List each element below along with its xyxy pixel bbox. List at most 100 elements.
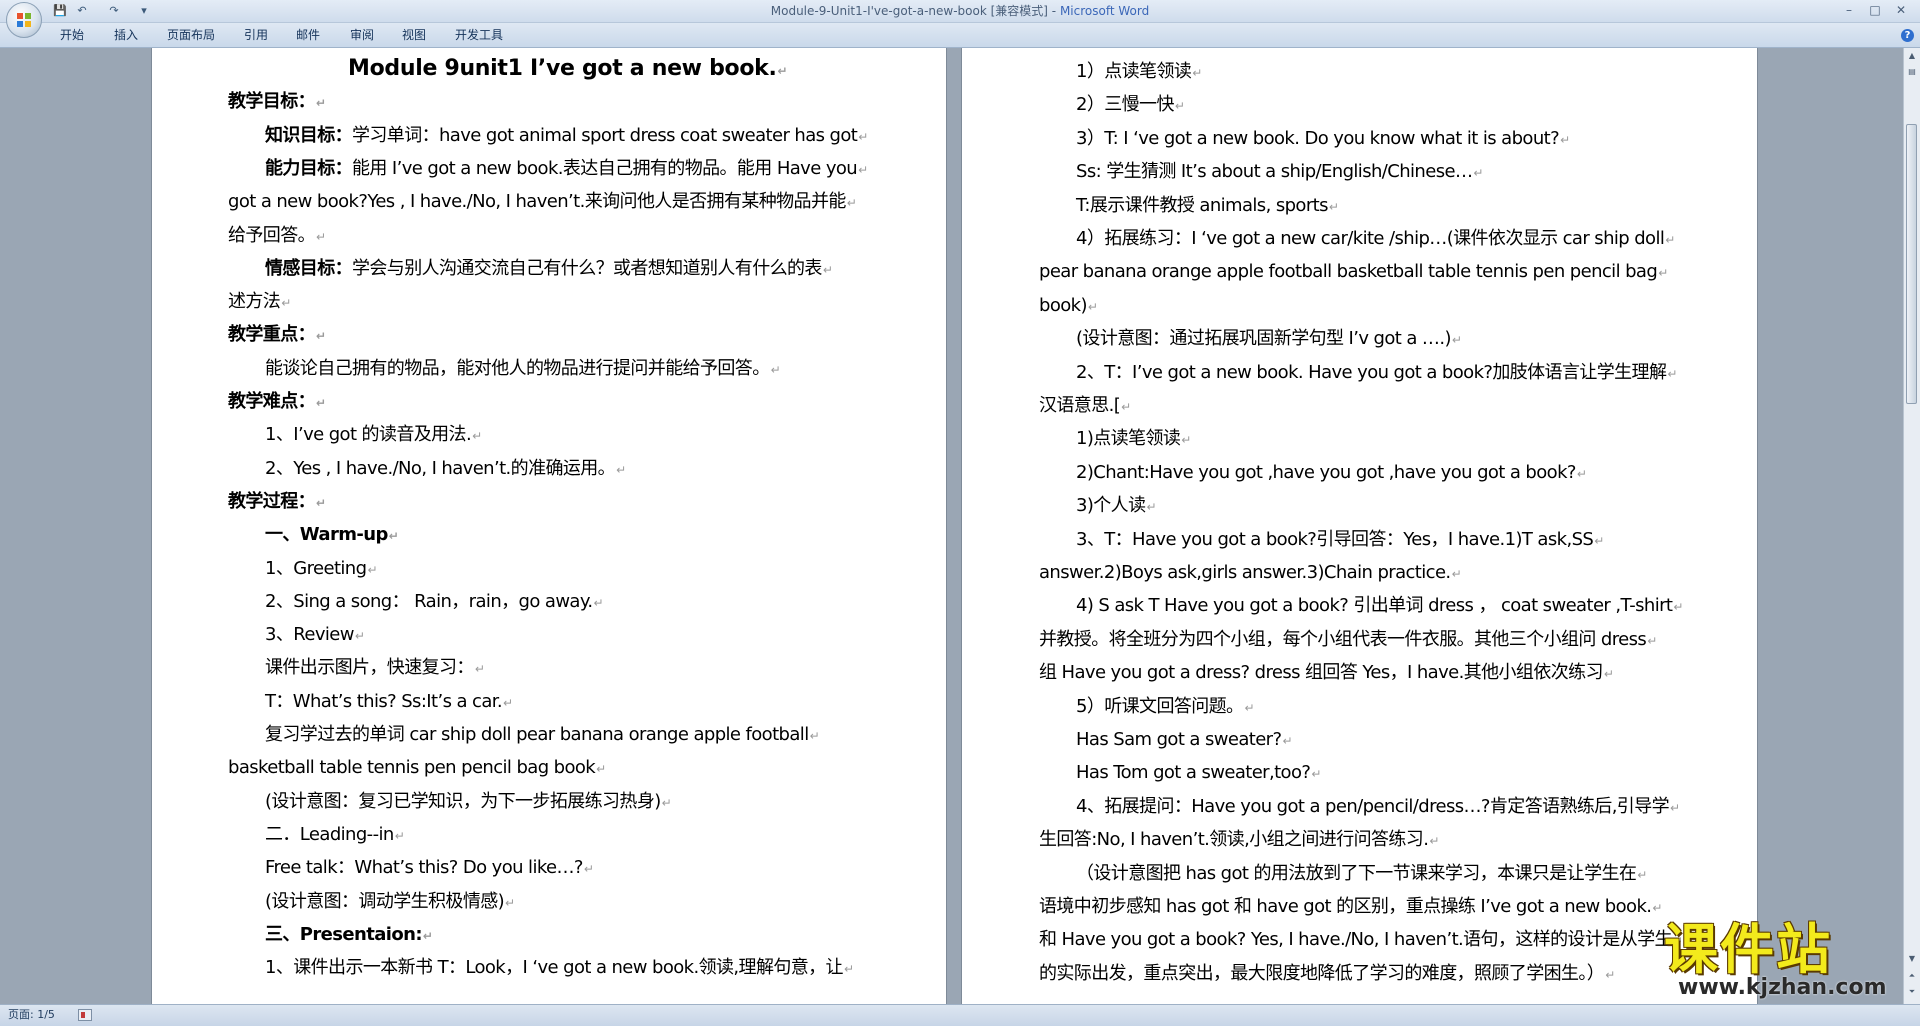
paragraph-mark-icon: ↵ <box>1652 901 1662 915</box>
page1-line: 情感目标：学会与别人沟通交流自己有什么？或者想知道别人有什么的表↵ <box>265 257 833 281</box>
line-text: 教学难点： <box>228 391 316 412</box>
page2-line: (设计意图：通过拓展巩固新学句型 I’v got a ….)↵ <box>1076 328 1462 351</box>
line-text: （设计意图把 has got 的用法放到了下一节课来学习，本课只是让学生在 <box>1076 862 1637 884</box>
paragraph-mark-icon: ↵ <box>1328 199 1339 214</box>
paragraph-mark-icon: ↵ <box>1667 366 1677 381</box>
tab-insert[interactable]: 插入 <box>114 28 138 42</box>
page2-line: 3）T: I ‘ve got a new book. Do you know w… <box>1076 128 1570 151</box>
close-icon[interactable]: ✕ <box>1888 2 1914 18</box>
paragraph-mark-icon: ↵ <box>822 262 833 277</box>
window-title: Module-9-Unit1-I've-got-a-new-book [兼容模式… <box>0 3 1920 19</box>
document-page-1[interactable]: Module 9unit1 I’ve got a new book.↵ 教学目标：… <box>152 48 946 1004</box>
page2-line: 4）拓展练习：I ‘ve got a new car/kite /ship…(课… <box>1076 228 1675 251</box>
page2-line: 并教授。将全班分为四个小组，每个小组代表一件衣服。其他三个小组问 dress↵ <box>1039 629 1657 652</box>
paragraph-mark-icon: ↵ <box>858 129 868 144</box>
tab-mailings[interactable]: 邮件 <box>296 28 320 42</box>
page1-line: 1、课件出示一本新书 T：Look，I ‘ve got a new book.领… <box>265 957 854 980</box>
paragraph-mark-icon: ↵ <box>843 962 854 977</box>
page2-line: 生回答:No, I haven’t.领读,小组之间进行问答练习.↵ <box>1039 829 1439 852</box>
line-text: 组 Have you got a dress? dress 组回答 Yes，I … <box>1039 662 1604 684</box>
paragraph-mark-icon: ↵ <box>354 629 365 644</box>
line-text: Module 9unit1 I’ve got a new book. <box>348 56 777 81</box>
paragraph-mark-icon: ↵ <box>593 595 603 610</box>
paragraph-mark-icon: ↵ <box>1673 600 1683 615</box>
tab-review[interactable]: 审阅 <box>350 28 374 42</box>
paragraph-mark-icon: ↵ <box>1594 533 1604 548</box>
tab-page-layout[interactable]: 页面布局 <box>167 28 215 42</box>
line-text: 2、Yes , I have./No, I haven’t.的准确运用。 <box>265 457 616 479</box>
line-text: 1、I’ve got 的读音及用法. <box>265 424 472 446</box>
paragraph-mark-icon: ↵ <box>777 64 788 78</box>
paragraph-mark-icon: ↵ <box>661 795 672 810</box>
paragraph-mark-icon: ↵ <box>1181 433 1191 448</box>
line-text: 2）三慢一快 <box>1076 94 1174 116</box>
paragraph-mark-icon: ↵ <box>1665 233 1675 247</box>
page1-line: 3、Review↵ <box>265 624 365 647</box>
line-text: Ss: 学生猜测 It’s about a ship/English/Chine… <box>1076 161 1473 183</box>
paragraph-mark-icon: ↵ <box>388 529 399 544</box>
page2-line: answer.2)Boys ask,girls answer.3)Chain p… <box>1039 562 1462 585</box>
page2-line: 4、拓展提问：Have you got a pen/pencil/dress…?… <box>1076 796 1680 819</box>
page1-line: 复习学过去的单词 car ship doll pear banana orang… <box>265 724 820 747</box>
paragraph-mark-icon: ↵ <box>1087 299 1098 314</box>
paragraph-mark-icon: ↵ <box>616 462 626 477</box>
page2-line: 4) S ask T Have you got a book? 引出单词 dre… <box>1076 595 1683 618</box>
line-text: 汉语意思.[ <box>1039 395 1121 416</box>
scroll-down-icon[interactable]: ▼ <box>1906 953 1918 965</box>
help-icon[interactable]: ? <box>1901 29 1914 42</box>
office-button[interactable] <box>6 2 42 38</box>
paragraph-mark-icon: ↵ <box>422 928 433 943</box>
paragraph-mark-icon: ↵ <box>1174 99 1185 114</box>
scroll-up-icon[interactable]: ▲ <box>1906 50 1918 62</box>
objective-text: 能用 I’ve got a new book.表达自己拥有的物品。能用 Have… <box>352 157 858 179</box>
page1-line: 1、Greeting↵ <box>265 557 378 581</box>
line-text: book) <box>1039 294 1088 316</box>
page1-line: 课件出示图片，快速复习：↵ <box>265 657 485 680</box>
line-text: 3）T: I ‘ve got a new book. Do you know w… <box>1076 127 1560 149</box>
tab-home[interactable]: 开始 <box>60 28 84 42</box>
line-text: 4) S ask T Have you got a book? 引出单词 dre… <box>1076 595 1673 617</box>
paragraph-mark-icon: ↵ <box>1560 132 1570 147</box>
watermark: 课件站 www.kjzhan.com <box>1664 920 1900 1002</box>
minimize-icon[interactable]: – <box>1836 2 1862 18</box>
paragraph-mark-icon: ↵ <box>1429 834 1439 849</box>
page2-line: 的实际出发，重点突出，最大限度地降低了学习的难度，照顾了学困生。）↵ <box>1039 963 1615 986</box>
page1-line: 教学过程：↵ <box>228 491 326 514</box>
tab-references[interactable]: 引用 <box>244 28 268 42</box>
document-page-2[interactable]: 1）点读笔领读↵ 2）三慢一快↵ 3）T: I ‘ve got a new book… <box>962 48 1757 1004</box>
page2-line: 1）点读笔领读↵ <box>1076 61 1202 84</box>
objective-text: 学会与别人沟通交流自己有什么？或者想知道别人有什么的表 <box>352 257 822 279</box>
tab-view[interactable]: 视图 <box>402 28 426 42</box>
previous-page-icon[interactable]: ⏶ <box>1906 970 1918 982</box>
page2-line: 汉语意思.[↵ <box>1039 395 1131 418</box>
status-page-count[interactable]: 页面: 1/5 <box>8 1008 55 1022</box>
line-text: 一、Warm-up <box>265 524 388 546</box>
page2-line: book)↵ <box>1039 294 1098 318</box>
page2-line: 3、T：Have you got a book?引导回答：Yes，I have.… <box>1076 529 1604 552</box>
line-text: 1、Greeting <box>265 557 367 579</box>
line-text: 二．Leading--in <box>265 823 394 845</box>
line-text: 语境中初步感知 has got 和 have got 的区别，重点操练 I’ve… <box>1039 896 1652 917</box>
page2-line: 2)Chant:Have you got ,have you got ,have… <box>1076 462 1587 485</box>
line-text: 能谈论自己拥有的物品，能对他人的物品进行提问并能给予回答。 <box>265 357 770 379</box>
page1-line: (设计意图：调动学生积极情感)↵ <box>265 891 515 914</box>
document-workspace[interactable]: Module 9unit1 I’ve got a new book.↵ 教学目标：… <box>0 48 1904 1004</box>
page1-line: basketball table tennis pen pencil bag b… <box>228 757 606 780</box>
tab-developer[interactable]: 开发工具 <box>455 28 503 42</box>
proofing-icon[interactable] <box>78 1009 92 1021</box>
page1-line: 能谈论自己拥有的物品，能对他人的物品进行提问并能给予回答。↵ <box>265 357 781 381</box>
next-page-icon[interactable]: ⏷ <box>1906 986 1918 998</box>
maximize-icon[interactable]: □ <box>1862 2 1888 18</box>
line-text: 教学重点： <box>228 324 316 346</box>
line-text: answer.2)Boys ask,girls answer.3)Chain p… <box>1039 562 1451 583</box>
paragraph-mark-icon: ↵ <box>316 495 326 510</box>
objective-label: 情感目标： <box>265 257 353 279</box>
page1-line: 教学难点：↵ <box>228 391 326 414</box>
ribbon-tabs: 开始 插入 页面布局 引用 邮件 审阅 视图 开发工具 ? <box>0 23 1920 48</box>
vertical-scrollbar[interactable]: ▲ ▤ ▼ ⏶ ⏷ <box>1903 48 1920 1004</box>
ruler-toggle-icon[interactable]: ▤ <box>1906 66 1918 78</box>
page1-line: got a new book?Yes , I have./No, I haven… <box>228 191 857 214</box>
scroll-thumb[interactable] <box>1906 124 1917 404</box>
line-text: T:展示课件教授 animals, sports <box>1076 194 1328 216</box>
app-name: Microsoft Word <box>1059 4 1150 18</box>
